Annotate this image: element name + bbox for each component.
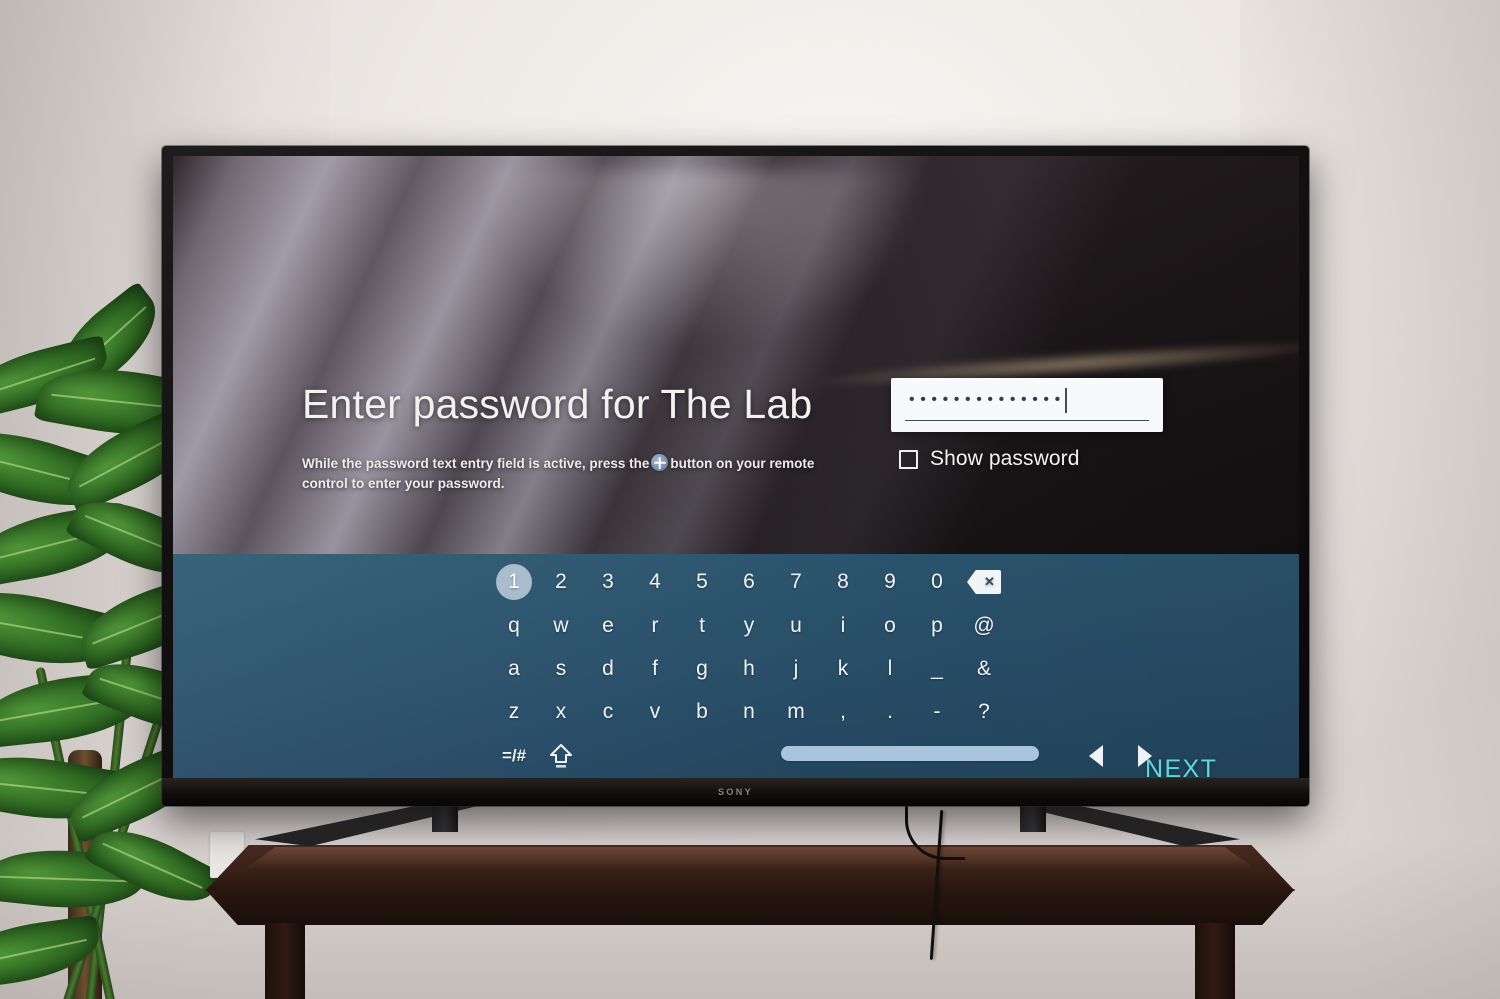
key-9[interactable]: 9 bbox=[868, 560, 912, 604]
key-symbols-toggle[interactable]: =/# bbox=[492, 734, 536, 778]
key-a[interactable]: a bbox=[492, 647, 536, 691]
key-e[interactable]: e bbox=[586, 604, 630, 648]
key-c[interactable]: c bbox=[586, 690, 630, 734]
password-input[interactable]: •••••••••••••• bbox=[891, 378, 1163, 432]
key-s[interactable]: s bbox=[539, 647, 583, 691]
key-b[interactable]: b bbox=[680, 690, 724, 734]
key-v[interactable]: v bbox=[633, 690, 677, 734]
arrow-right-icon bbox=[1138, 745, 1152, 767]
arrow-left-icon bbox=[1089, 745, 1103, 767]
key-k[interactable]: k bbox=[821, 647, 865, 691]
key-2[interactable]: 2 bbox=[539, 560, 583, 604]
table-top bbox=[205, 845, 1295, 891]
key-y[interactable]: y bbox=[727, 604, 771, 648]
keyboard-row-qwerty: q w e r t y u i o p @ bbox=[173, 604, 1299, 648]
table-leg-right bbox=[1195, 923, 1235, 999]
on-screen-keyboard[interactable]: 1 2 3 4 5 6 7 8 9 0 ✕ q w e r t y u i o … bbox=[173, 554, 1299, 778]
key-hyphen[interactable]: - bbox=[915, 690, 959, 734]
key-period[interactable]: . bbox=[868, 690, 912, 734]
key-g[interactable]: g bbox=[680, 647, 724, 691]
key-shift[interactable] bbox=[539, 734, 583, 778]
key-h[interactable]: h bbox=[727, 647, 771, 691]
key-0[interactable]: 0 bbox=[915, 560, 959, 604]
key-r[interactable]: r bbox=[633, 604, 677, 648]
television: SONY Enter password for The Lab While th… bbox=[162, 146, 1309, 806]
show-password-toggle[interactable]: Show password bbox=[899, 447, 1080, 471]
key-arrow-left[interactable] bbox=[1074, 734, 1118, 778]
key-p[interactable]: p bbox=[915, 604, 959, 648]
key-6[interactable]: 6 bbox=[727, 560, 771, 604]
page-title: Enter password for The Lab bbox=[302, 381, 813, 427]
keyboard-row-numbers: 1 2 3 4 5 6 7 8 9 0 ✕ bbox=[173, 560, 1299, 604]
key-t[interactable]: t bbox=[680, 604, 724, 648]
sony-logo: SONY bbox=[717, 787, 754, 797]
key-l[interactable]: l bbox=[868, 647, 912, 691]
key-4[interactable]: 4 bbox=[633, 560, 677, 604]
key-space[interactable] bbox=[781, 746, 1039, 761]
show-password-label: Show password bbox=[930, 447, 1080, 470]
text-caret bbox=[1065, 388, 1067, 413]
keyboard-row-modifiers: =/# bbox=[173, 734, 1299, 778]
shift-icon bbox=[548, 742, 574, 770]
key-z[interactable]: z bbox=[492, 690, 536, 734]
key-n[interactable]: n bbox=[727, 690, 771, 734]
tv-console-table bbox=[205, 845, 1295, 999]
keyboard-row-bottom-letters: z x c v b n m , . - ? bbox=[173, 690, 1299, 734]
tv-screen: Enter password for The Lab While the pas… bbox=[173, 156, 1299, 778]
show-password-checkbox[interactable] bbox=[899, 449, 918, 469]
key-7[interactable]: 7 bbox=[774, 560, 818, 604]
key-i[interactable]: i bbox=[821, 604, 865, 648]
key-q[interactable]: q bbox=[492, 604, 536, 648]
keyboard-row-home: a s d f g h j k l _ & NEXT bbox=[173, 647, 1299, 778]
key-1[interactable]: 1 bbox=[492, 560, 536, 604]
table-apron bbox=[205, 889, 1295, 925]
instruction-text-part1: While the password text entry field is a… bbox=[302, 456, 650, 471]
key-ampersand[interactable]: & bbox=[962, 647, 1006, 691]
key-m[interactable]: m bbox=[774, 690, 818, 734]
key-o[interactable]: o bbox=[868, 604, 912, 648]
password-field-underline bbox=[905, 419, 1149, 421]
dpad-center-icon bbox=[651, 454, 669, 471]
key-w[interactable]: w bbox=[539, 604, 583, 648]
key-x[interactable]: x bbox=[539, 690, 583, 734]
key-8[interactable]: 8 bbox=[821, 560, 865, 604]
key-question[interactable]: ? bbox=[962, 690, 1006, 734]
table-leg-left bbox=[265, 923, 305, 999]
screen-glare-top bbox=[473, 170, 933, 350]
key-f[interactable]: f bbox=[633, 647, 677, 691]
backspace-icon: ✕ bbox=[967, 570, 1001, 594]
instruction-text: While the password text entry field is a… bbox=[302, 454, 822, 493]
key-3[interactable]: 3 bbox=[586, 560, 630, 604]
key-arrow-right[interactable] bbox=[1123, 734, 1167, 778]
key-u[interactable]: u bbox=[774, 604, 818, 648]
key-j[interactable]: j bbox=[774, 647, 818, 691]
key-d[interactable]: d bbox=[586, 647, 630, 691]
key-at[interactable]: @ bbox=[962, 604, 1006, 648]
tv-bottom-bezel: SONY bbox=[162, 778, 1309, 806]
key-backspace[interactable]: ✕ bbox=[962, 560, 1006, 604]
password-masked-value: •••••••••••••• bbox=[909, 391, 1066, 408]
key-5[interactable]: 5 bbox=[680, 560, 724, 604]
key-comma[interactable]: , bbox=[821, 690, 865, 734]
key-underscore[interactable]: _ bbox=[915, 647, 959, 691]
table-top-gloss bbox=[245, 847, 1255, 869]
